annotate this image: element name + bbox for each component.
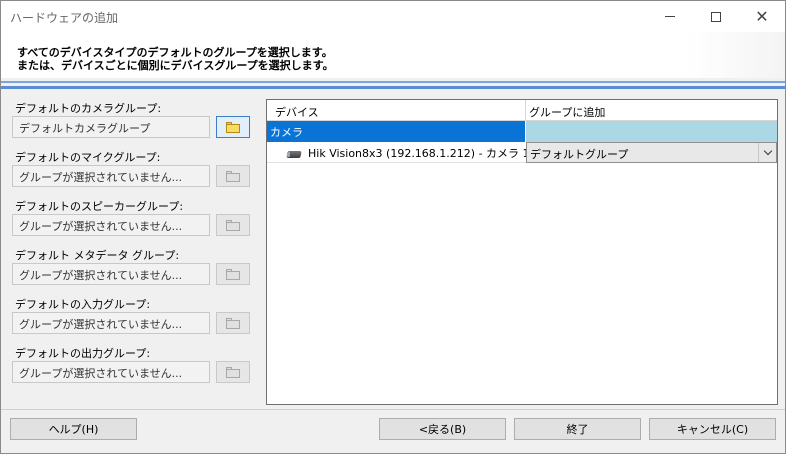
input-group-label: デフォルトの入力グループ: [15, 298, 151, 311]
camera-group-browse-button[interactable] [216, 116, 250, 138]
dropdown-arrow[interactable] [758, 143, 776, 162]
instruction-line-2: または、デバイスごとに個別にデバイスグループを選択します。 [17, 59, 334, 72]
finish-button[interactable]: 終了 [514, 418, 641, 440]
output-group-label: デフォルトの出力グループ: [15, 347, 151, 360]
device-cell: Hik Vision8x3 (192.168.1.212) - カメラ 1 [267, 142, 530, 163]
header-stripe-top [1, 81, 785, 83]
camera-group-field: デフォルトカメラグループ [12, 116, 210, 138]
device-name: Hik Vision8x3 (192.168.1.212) - カメラ 1 [308, 147, 530, 160]
maximize-icon [711, 11, 721, 22]
metadata-group-browse-button[interactable] [216, 263, 250, 285]
maximize-button[interactable] [693, 1, 739, 32]
mic-group-browse-button[interactable] [216, 165, 250, 187]
camera-icon [286, 150, 303, 159]
folder-icon [226, 121, 240, 133]
chevron-down-icon [763, 146, 772, 155]
category-group-cell [526, 121, 777, 142]
close-icon: ✕ [755, 6, 769, 26]
folder-icon [226, 170, 240, 182]
metadata-group-field: グループが選択されていません... [12, 263, 210, 285]
metadata-group-label: デフォルト メタデータ グループ: [15, 249, 180, 262]
camera-group-label: デフォルトのカメラグループ: [15, 102, 162, 115]
cancel-button[interactable]: キャンセル(C) [649, 418, 776, 440]
column-separator[interactable] [525, 100, 526, 121]
minimize-icon [665, 16, 675, 17]
device-group-table: デバイス グループに追加 カメラ Hik Vision8x3 (192.168.… [266, 99, 778, 405]
table-row[interactable]: Hik Vision8x3 (192.168.1.212) - カメラ 1 デフ… [267, 142, 777, 163]
speaker-group-label: デフォルトのスピーカーグループ: [15, 200, 184, 213]
table-row-category[interactable]: カメラ [267, 121, 777, 142]
device-group-dropdown[interactable]: デフォルトグループ [526, 142, 777, 163]
mic-group-label: デフォルトのマイクグループ: [15, 151, 161, 164]
help-button[interactable]: ヘルプ(H) [10, 418, 137, 440]
folder-icon [226, 219, 240, 231]
header-fade [685, 32, 785, 78]
folder-icon [226, 317, 240, 329]
footer-separator [1, 409, 785, 410]
header-stripe-bottom [1, 86, 785, 89]
instruction-header: すべてのデバイスタイプのデフォルトのグループを選択します。 または、デバイスごと… [1, 32, 785, 78]
category-cell: カメラ [267, 121, 525, 142]
back-button[interactable]: <戻る(B) [379, 418, 506, 440]
folder-icon [226, 366, 240, 378]
add-hardware-dialog: ハードウェアの追加 ✕ すべてのデバイスタイプのデフォルトのグループを選択します… [0, 0, 786, 454]
speaker-group-browse-button[interactable] [216, 214, 250, 236]
column-header-device[interactable]: デバイス [275, 104, 319, 120]
input-group-browse-button[interactable] [216, 312, 250, 334]
device-group-value: デフォルトグループ [530, 148, 629, 161]
column-header-group[interactable]: グループに追加 [529, 104, 605, 120]
speaker-group-field: グループが選択されていません... [12, 214, 210, 236]
minimize-button[interactable] [647, 1, 693, 32]
mic-group-field: グループが選択されていません... [12, 165, 210, 187]
output-group-browse-button[interactable] [216, 361, 250, 383]
input-group-field: グループが選択されていません... [12, 312, 210, 334]
folder-icon [226, 268, 240, 280]
close-button[interactable]: ✕ [739, 1, 785, 32]
title-bar: ハードウェアの追加 ✕ [1, 1, 785, 32]
output-group-field: グループが選択されていません... [12, 361, 210, 383]
window-title: ハードウェアの追加 [10, 11, 119, 25]
table-header: デバイス グループに追加 [267, 100, 777, 121]
